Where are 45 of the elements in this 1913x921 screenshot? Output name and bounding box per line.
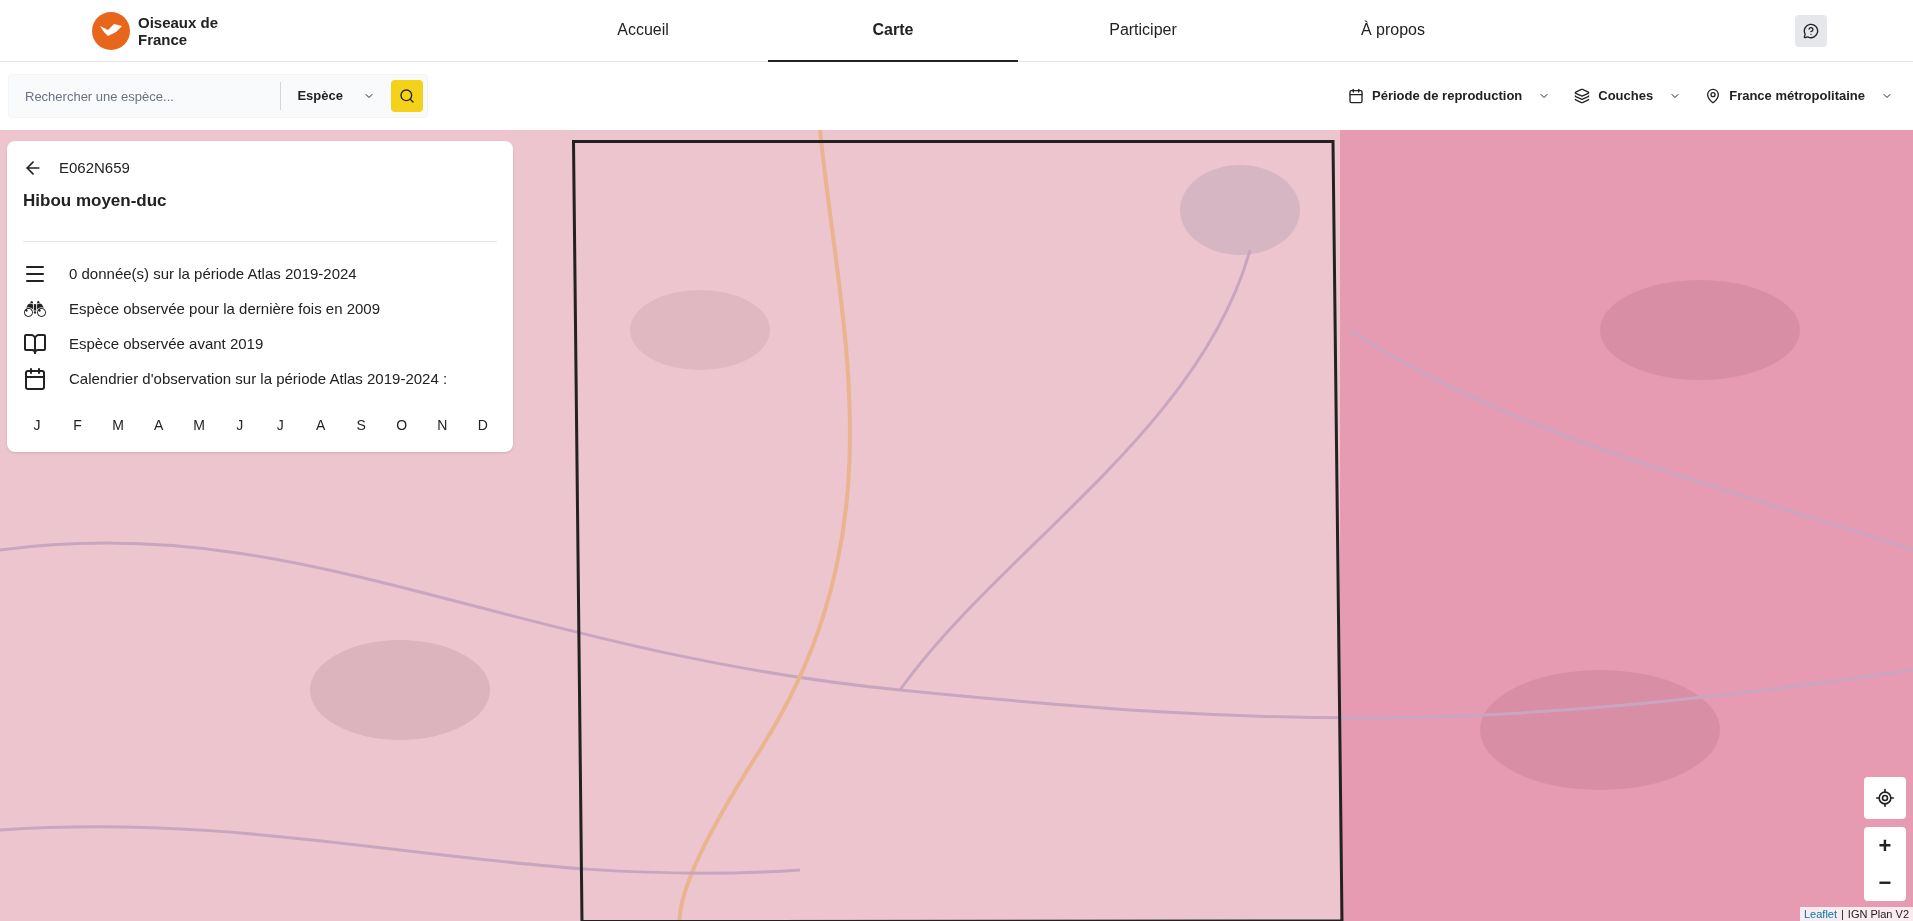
month-label: O — [395, 416, 409, 435]
zoom-in-button[interactable]: + — [1864, 827, 1906, 864]
map-source: IGN Plan V2 — [1847, 907, 1909, 921]
type-select[interactable]: Espèce — [281, 74, 383, 118]
layers-icon — [1574, 88, 1591, 104]
zoom-out-button[interactable]: − — [1864, 864, 1906, 901]
nav-tab[interactable]: À propos — [1268, 0, 1518, 62]
species-name: Hibou moyen-duc — [23, 189, 168, 212]
month-label: A — [315, 416, 327, 435]
month-label: J — [32, 416, 42, 435]
info-text: Espèce observée pour la dernière fois en 2009 — [69, 298, 381, 319]
search-field[interactable]: Rechercher une espèce... — [8, 74, 281, 118]
bird-logo-icon — [92, 11, 130, 50]
nav-tab[interactable]: Participer — [1018, 0, 1268, 62]
leaflet-link[interactable]: Leaflet — [1803, 907, 1837, 921]
month-label: F — [72, 416, 83, 435]
help-icon — [1803, 22, 1819, 39]
calendar-icon — [23, 367, 47, 391]
nav-tab[interactable]: Carte — [768, 0, 1018, 62]
filter-dropdown[interactable]: Période de reproduction — [1348, 86, 1551, 106]
book-icon — [23, 332, 47, 356]
month-label: J — [235, 416, 245, 435]
search-button[interactable] — [391, 80, 423, 112]
cell-code: E062N659 — [59, 158, 130, 178]
info-text: Espèce observée avant 2019 — [69, 333, 264, 354]
locate-icon — [1875, 788, 1895, 808]
calendar-icon — [1348, 88, 1365, 104]
month-label: N — [436, 416, 449, 435]
pin-icon — [1705, 88, 1722, 104]
month-label: M — [111, 416, 125, 435]
attribution-separator: | — [1841, 907, 1844, 921]
month-label: M — [192, 416, 206, 435]
month-label: D — [476, 416, 489, 435]
nav-tab[interactable]: Accueil — [518, 0, 768, 62]
filter-dropdown[interactable]: France métropolitaine — [1705, 86, 1893, 106]
info-text: 0 donnée(s) sur la période Atlas 2019-2024 — [69, 263, 357, 284]
filter-dropdown[interactable]: Couches — [1574, 86, 1682, 106]
brand-name[interactable]: Oiseaux de France — [138, 13, 228, 48]
help-button[interactable] — [1795, 14, 1827, 47]
search-icon — [399, 88, 415, 104]
info-text: Calendrier d'observation sur la période Atlas 2019-2024 : — [69, 368, 448, 389]
month-label: J — [275, 416, 285, 435]
month-label: S — [355, 416, 367, 435]
month-label: A — [152, 416, 165, 435]
locate-button[interactable] — [1864, 777, 1906, 819]
